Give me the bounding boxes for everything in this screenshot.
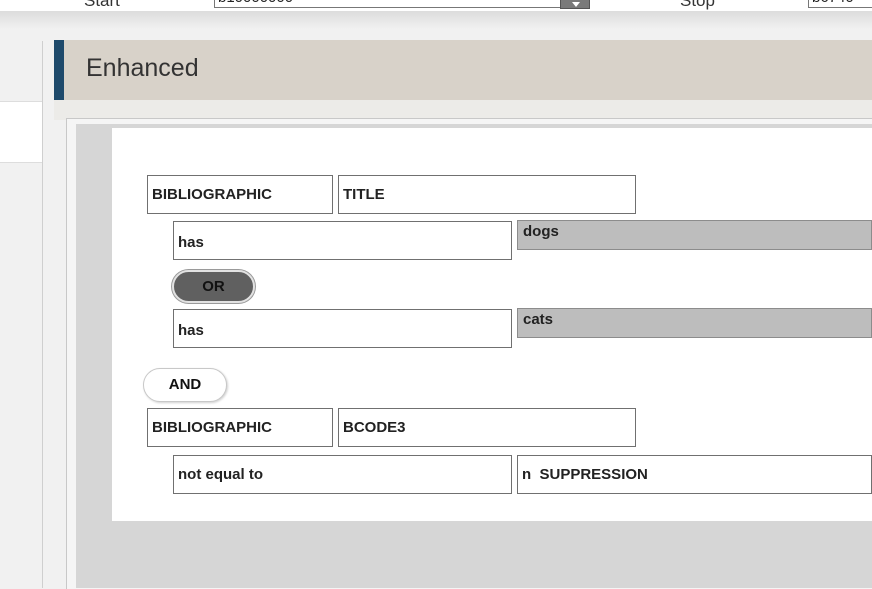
stop-label: Stop bbox=[680, 0, 715, 10]
range-row: Start b10000000 Stop b6740 bbox=[0, 0, 872, 11]
field-name-field[interactable]: BCODE3 bbox=[338, 408, 636, 447]
enhanced-subheader bbox=[54, 100, 872, 120]
toolbar-shadow bbox=[0, 11, 872, 41]
condition-value-field[interactable]: cats bbox=[517, 308, 872, 338]
left-panel-row[interactable] bbox=[0, 101, 42, 163]
record-type-field[interactable]: BIBLIOGRAPHIC bbox=[147, 408, 333, 447]
record-type-field[interactable]: BIBLIOGRAPHIC bbox=[147, 175, 333, 214]
stop-field[interactable]: b6740 bbox=[808, 0, 872, 8]
or-connector-button[interactable]: OR bbox=[172, 270, 255, 303]
and-connector-button[interactable]: AND bbox=[143, 368, 227, 402]
start-field[interactable]: b10000000 bbox=[214, 0, 562, 8]
field-name-field[interactable]: TITLE bbox=[338, 175, 636, 214]
start-dropdown-button[interactable] bbox=[560, 0, 590, 9]
start-label: Start bbox=[84, 0, 120, 10]
condition-operator-field[interactable]: not equal to bbox=[173, 455, 512, 494]
condition-operator-field[interactable]: has bbox=[173, 221, 512, 260]
enhanced-title: Enhanced bbox=[86, 54, 199, 82]
condition-value-field[interactable]: dogs bbox=[517, 220, 872, 250]
condition-operator-field[interactable]: has bbox=[173, 309, 512, 348]
left-panel bbox=[0, 41, 43, 588]
enhanced-header: Enhanced bbox=[54, 40, 872, 100]
condition-value-field[interactable]: n SUPPRESSION bbox=[517, 455, 872, 494]
